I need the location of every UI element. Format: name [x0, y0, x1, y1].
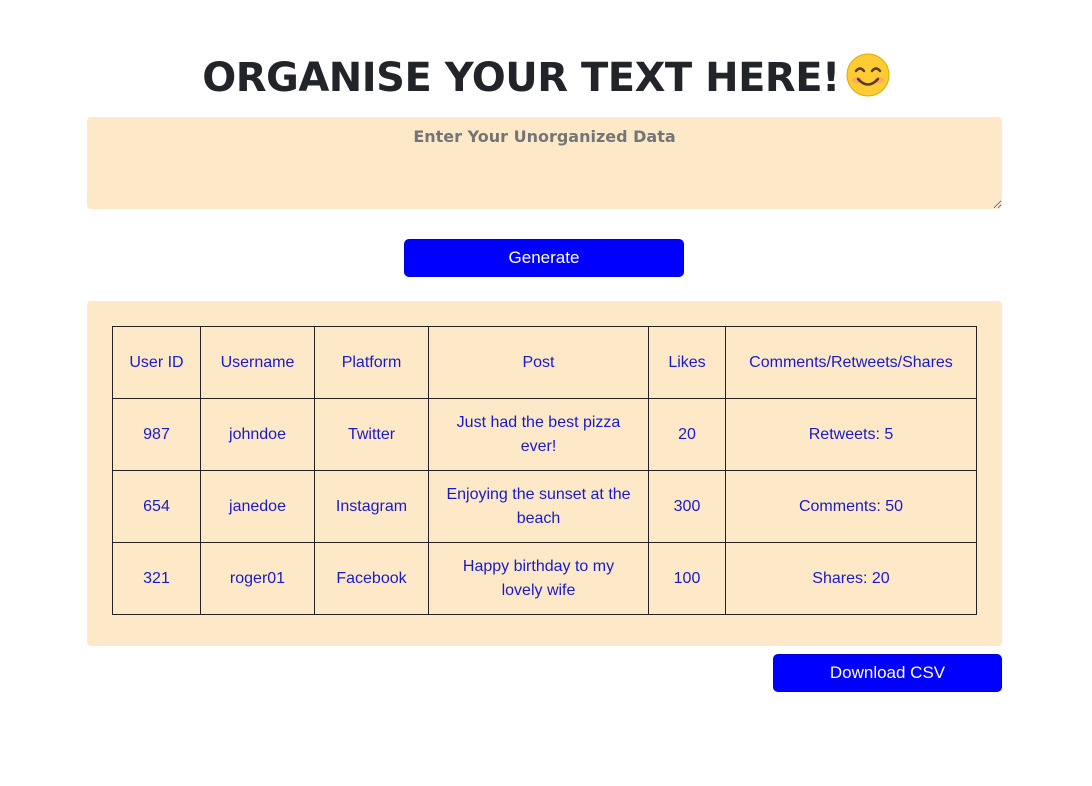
unorganized-data-input[interactable] [87, 117, 1002, 209]
cell-username: johndoe [200, 398, 315, 471]
table-row: 987 johndoe Twitter Just had the best pi… [112, 398, 977, 471]
cell-likes: 20 [648, 398, 726, 471]
cell-username: janedoe [200, 470, 315, 543]
cell-user-id: 321 [112, 542, 201, 615]
cell-post: Just had the best pizza ever! [428, 398, 649, 471]
table-row: 321 roger01 Facebook Happy birthday to m… [112, 542, 977, 615]
cell-user-id: 987 [112, 398, 201, 471]
cell-user-id: 654 [112, 470, 201, 543]
table-row: 654 janedoe Instagram Enjoying the sunse… [112, 470, 977, 543]
cell-platform: Instagram [314, 470, 429, 543]
column-header: Likes [648, 326, 726, 399]
cell-post: Happy birthday to my lovely wife [428, 542, 649, 615]
results-panel: User ID Username Platform Post Likes Com… [87, 301, 1002, 646]
cell-platform: Facebook [314, 542, 429, 615]
cell-post: Enjoying the sunset at the beach [428, 470, 649, 543]
page-title-text: ORGANISE YOUR TEXT HERE! [202, 55, 840, 101]
cell-engagement: Shares: 20 [725, 542, 977, 615]
column-header: Post [428, 326, 649, 399]
table-header-row: User ID Username Platform Post Likes Com… [112, 326, 977, 399]
generate-button[interactable]: Generate [404, 239, 684, 277]
page-title: ORGANISE YOUR TEXT HERE! [0, 50, 1092, 106]
column-header: Comments/Retweets/Shares [725, 326, 977, 399]
results-table: User ID Username Platform Post Likes Com… [112, 326, 977, 615]
cell-engagement: Retweets: 5 [725, 398, 977, 471]
column-header: Platform [314, 326, 429, 399]
download-csv-button[interactable]: Download CSV [773, 654, 1002, 692]
cell-likes: 300 [648, 470, 726, 543]
cell-engagement: Comments: 50 [725, 470, 977, 543]
cell-platform: Twitter [314, 398, 429, 471]
cell-username: roger01 [200, 542, 315, 615]
column-header: Username [200, 326, 315, 399]
smiling-face-icon [846, 53, 890, 97]
column-header: User ID [112, 326, 201, 399]
cell-likes: 100 [648, 542, 726, 615]
